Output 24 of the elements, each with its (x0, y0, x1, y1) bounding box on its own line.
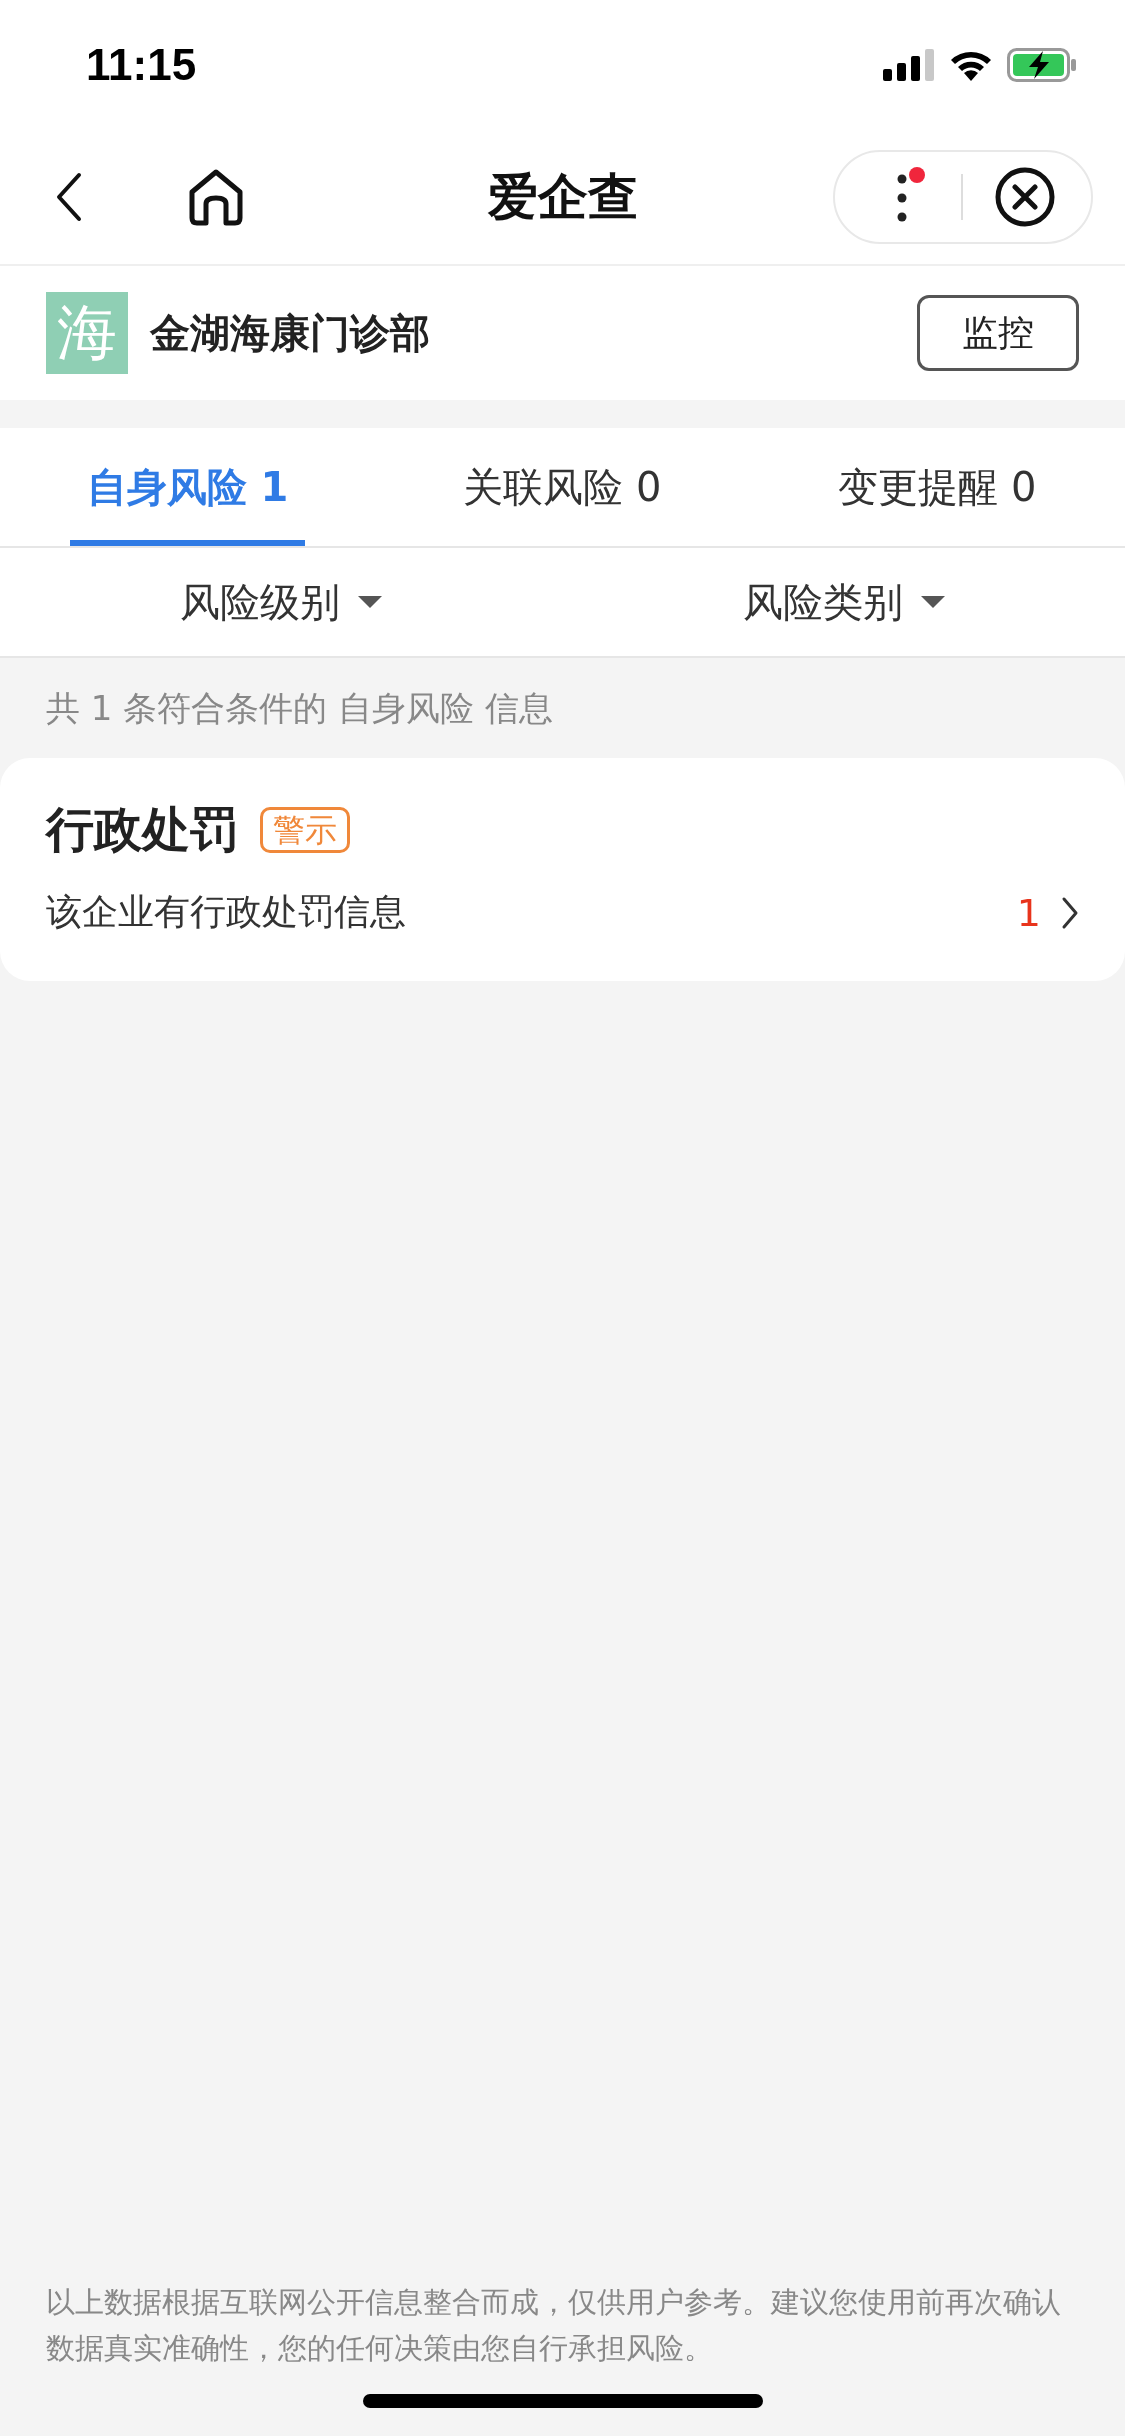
risk-count: 1 (1016, 890, 1041, 935)
tab[interactable]: 关联风险 0 (445, 428, 680, 546)
company-name: 金湖海康门诊部 (150, 308, 430, 358)
filter-dropdown[interactable]: 风险级别 (0, 548, 563, 656)
disclaimer-text: 以上数据根据互联网公开信息整合而成，仅供用户参考。建议您使用前再次确认数据真实准确性，您的任何决策由您自行承担风险。 (45, 2285, 1062, 2367)
filter-dropdown[interactable]: 风险类别 (562, 548, 1125, 656)
risk-card[interactable]: 行政处罚 警示 该企业有行政处罚信息 1 (0, 758, 1125, 981)
risk-tag: 警示 (260, 807, 350, 853)
result-summary: 共 1 条符合条件的 自身风险 信息 (45, 687, 554, 730)
tab[interactable]: 变更提醒 0 (820, 428, 1055, 546)
monitor-button[interactable]: 监控 (917, 295, 1079, 371)
status-time: 11:15 (86, 40, 197, 90)
caret-down-icon (920, 596, 945, 608)
risk-description: 该企业有行政处罚信息 (46, 890, 406, 934)
nav-title: 爱企查 (487, 166, 638, 228)
company-logo: 海 (46, 292, 128, 374)
caret-down-icon (358, 596, 383, 608)
signal-icon (883, 49, 935, 81)
wifi-icon (949, 49, 993, 81)
battery-icon (1007, 48, 1077, 82)
risk-title: 行政处罚 (46, 800, 238, 859)
chevron-right-icon (1061, 895, 1079, 930)
back-icon[interactable] (56, 172, 82, 222)
close-icon[interactable] (993, 166, 1056, 228)
